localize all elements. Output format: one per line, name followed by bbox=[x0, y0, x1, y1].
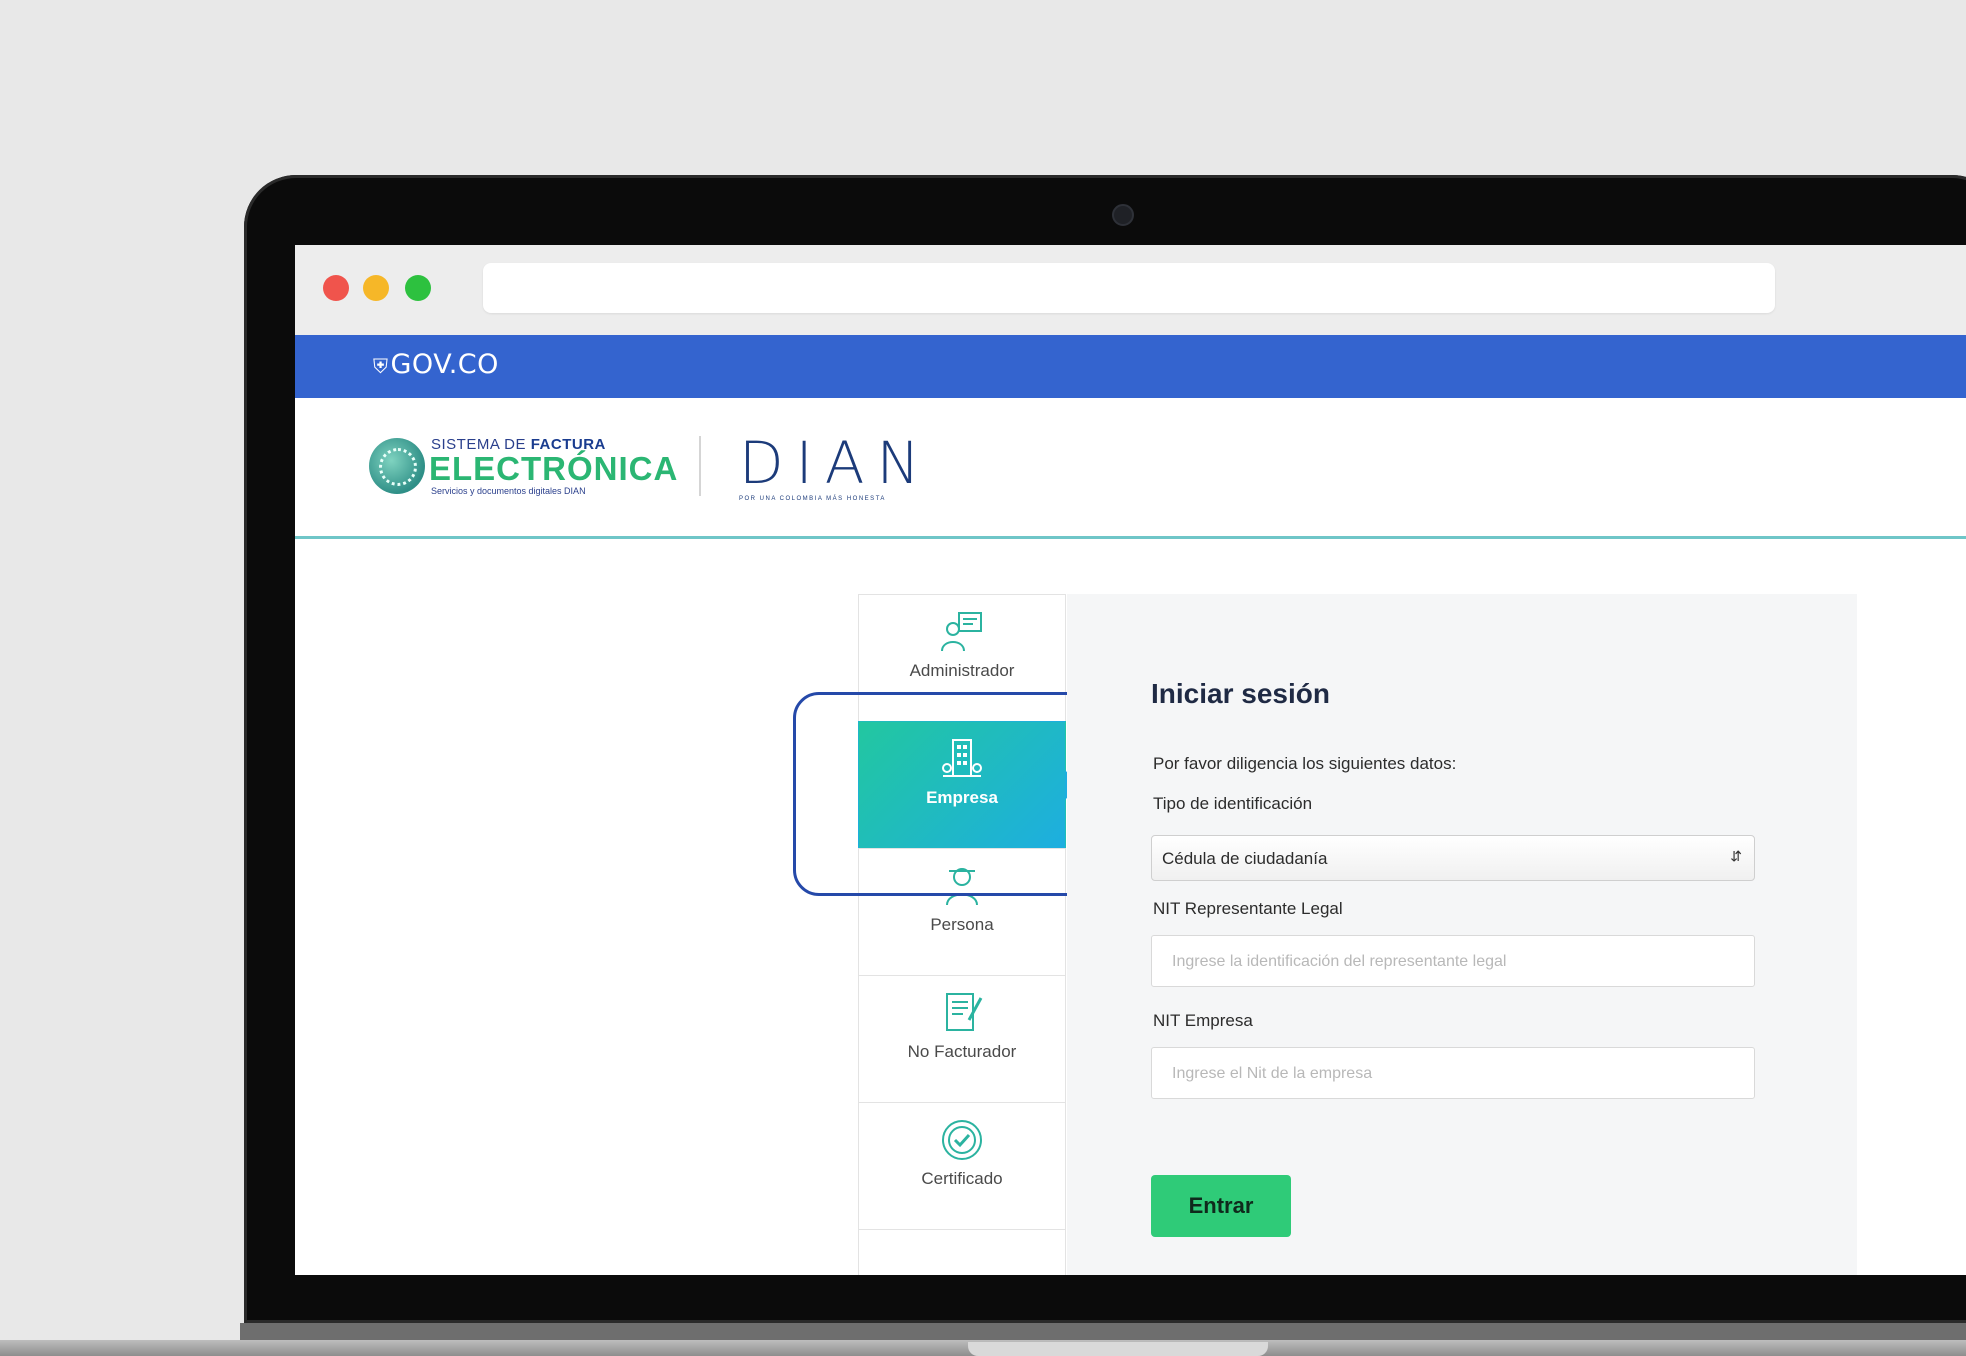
gov-shield-icon: ⛨ bbox=[373, 354, 389, 378]
nav-label-no-facturador: No Facturador bbox=[907, 1042, 1017, 1061]
certificate-check-icon bbox=[942, 1120, 982, 1160]
fe-logo-line3: Servicios y documentos digitales DIAN bbox=[431, 486, 586, 496]
main-content: Administrador Empresa Persona No Factura… bbox=[295, 539, 1966, 1275]
nav-item-persona[interactable]: Persona bbox=[858, 848, 1066, 976]
nav-label-administrador: Administrador bbox=[909, 661, 1015, 680]
webcam-icon bbox=[1112, 204, 1134, 226]
login-panel: Iniciar sesión Por favor diligencia los … bbox=[1067, 594, 1857, 1275]
nav-label-persona: Persona bbox=[930, 915, 994, 934]
minimize-window-button[interactable] bbox=[363, 275, 389, 301]
site-header: SISTEMA DE FACTURA ELECTRÓNICA Servicios… bbox=[295, 398, 1966, 539]
laptop-screen: ⛨GOV.CO SISTEMA DE FACTURA ELECTRÓNICA S… bbox=[295, 245, 1966, 1275]
nit-representante-input[interactable]: Ingrese la identificación del representa… bbox=[1151, 935, 1755, 987]
administrator-icon bbox=[941, 612, 982, 652]
select-arrows-icon: ⇵ bbox=[1730, 848, 1742, 864]
nav-item-certificado[interactable]: Certificado bbox=[858, 1102, 1066, 1230]
globe-fingerprint-icon bbox=[369, 438, 425, 494]
browser-toolbar bbox=[295, 245, 1966, 335]
nav-label-certificado: Certificado bbox=[921, 1169, 1003, 1188]
dian-logo-word: DIAN bbox=[739, 429, 932, 497]
nit-empresa-label: NIT Empresa bbox=[1153, 1011, 1253, 1030]
laptop-base-notch bbox=[968, 1342, 1268, 1356]
gov-logo-text: GOV.CO bbox=[390, 349, 499, 380]
entrar-button[interactable]: Entrar bbox=[1151, 1175, 1291, 1237]
nav-item-no-facturador[interactable]: No Facturador bbox=[858, 975, 1066, 1103]
dian-logo[interactable]: DIAN POR UNA COLOMBIA MÁS HONESTA bbox=[739, 434, 949, 504]
document-pen-icon bbox=[946, 993, 983, 1031]
fe-logo-line2: ELECTRÓNICA bbox=[429, 450, 679, 487]
gov-top-bar: ⛨GOV.CO bbox=[295, 335, 1966, 398]
gov-co-logo[interactable]: ⛨GOV.CO bbox=[373, 349, 499, 380]
maximize-window-button[interactable] bbox=[405, 275, 431, 301]
close-window-button[interactable] bbox=[323, 275, 349, 301]
login-type-nav: Administrador Empresa Persona No Factura… bbox=[858, 594, 1079, 1275]
login-intro-text: Por favor diligencia los siguientes dato… bbox=[1153, 754, 1457, 773]
id-type-select[interactable]: Cédula de ciudadanía ⇵ bbox=[1151, 835, 1755, 881]
nit-representante-placeholder: Ingrese la identificación del representa… bbox=[1172, 953, 1507, 970]
building-icon bbox=[942, 739, 982, 777]
nit-representante-label: NIT Representante Legal bbox=[1153, 899, 1343, 918]
header-divider bbox=[699, 436, 701, 496]
login-title: Iniciar sesión bbox=[1151, 678, 1330, 709]
laptop-hinge bbox=[240, 1323, 1966, 1340]
nit-empresa-input[interactable]: Ingrese el Nit de la empresa bbox=[1151, 1047, 1755, 1099]
id-type-label: Tipo de identificación bbox=[1153, 794, 1313, 813]
factura-electronica-logo[interactable]: SISTEMA DE FACTURA ELECTRÓNICA Servicios… bbox=[369, 436, 677, 502]
person-icon bbox=[946, 868, 978, 906]
id-type-value: Cédula de ciudadanía bbox=[1162, 849, 1328, 868]
nav-item-empresa[interactable]: Empresa bbox=[858, 721, 1079, 849]
nit-empresa-placeholder: Ingrese el Nit de la empresa bbox=[1172, 1065, 1373, 1082]
nav-label-empresa: Empresa bbox=[926, 788, 998, 807]
nav-item-administrador[interactable]: Administrador bbox=[858, 594, 1066, 722]
address-bar[interactable] bbox=[483, 263, 1775, 313]
nav-item-more[interactable] bbox=[858, 1229, 1066, 1275]
